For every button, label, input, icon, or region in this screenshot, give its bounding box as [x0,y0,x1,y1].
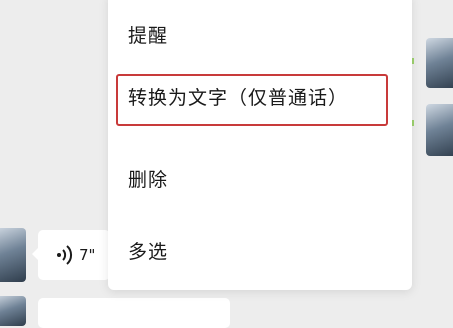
contact-avatar[interactable] [0,296,26,326]
voice-duration: 7" [79,246,96,264]
menu-item-label: 删除 [128,169,169,191]
menu-item-label: 多选 [128,241,169,263]
menu-item-convert-to-text[interactable]: 转换为文字（仅普通话） [108,70,412,130]
message-bubble[interactable] [38,298,230,328]
contact-avatar[interactable] [0,228,26,282]
voice-wave-icon [57,245,73,265]
context-menu: 提醒 转换为文字（仅普通话） 删除 多选 [108,0,412,290]
voice-message-bubble[interactable]: 7" [32,230,110,280]
menu-item-remind[interactable]: 提醒 [108,12,412,58]
menu-item-label: 提醒 [128,25,169,47]
self-avatar[interactable] [426,38,453,88]
menu-item-label: 转换为文字（仅普通话） [128,87,349,109]
menu-item-delete[interactable]: 删除 [108,158,412,202]
self-avatar[interactable] [426,104,453,156]
menu-item-multiselect[interactable]: 多选 [108,230,412,274]
